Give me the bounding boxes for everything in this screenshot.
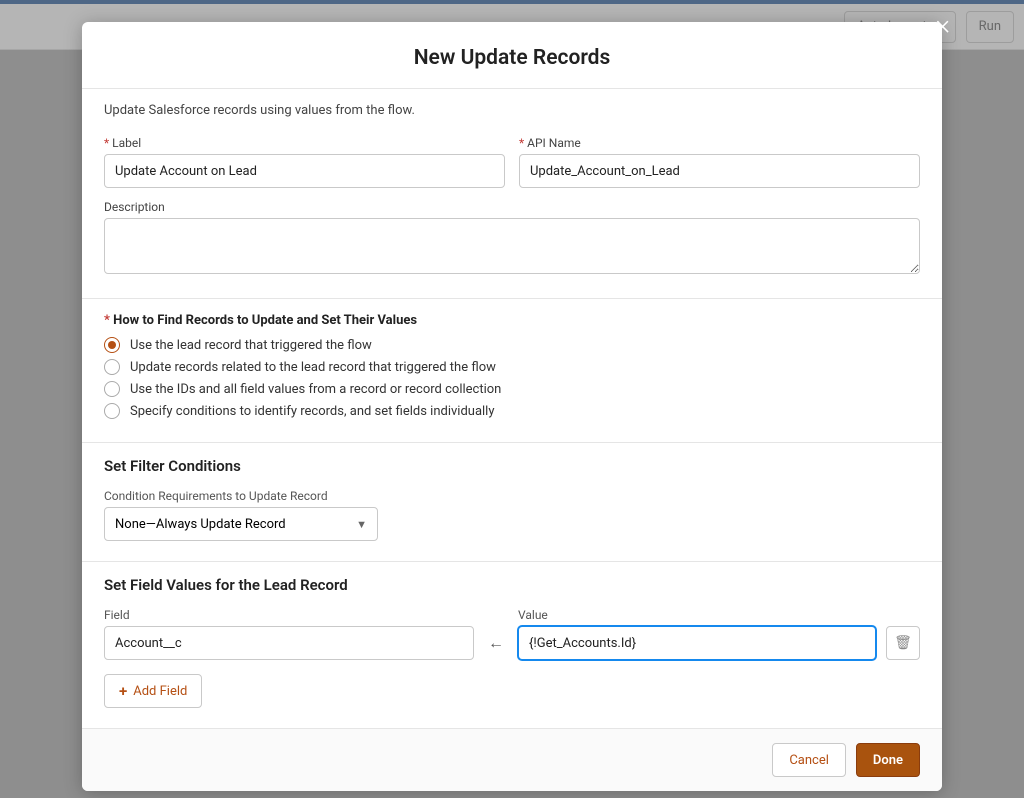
label-input[interactable] [104, 154, 505, 188]
condition-req-label: Condition Requirements to Update Record [104, 489, 920, 503]
radio-label: Specify conditions to identify records, … [130, 404, 495, 419]
arrow-left-icon: ← [484, 626, 508, 660]
section-filter: Set Filter Conditions Condition Requirem… [82, 442, 942, 561]
field-label: Field [104, 608, 474, 622]
set-field-title: Set Field Values for the Lead Record [104, 576, 920, 594]
radio-icon [104, 403, 120, 419]
radio-label: Use the IDs and all field values from a … [130, 382, 501, 397]
delete-row-button[interactable]: 🗑 [886, 626, 920, 660]
add-field-button[interactable]: + Add Field [104, 674, 202, 708]
radio-option-ids[interactable]: Use the IDs and all field values from a … [104, 378, 920, 400]
section-basic-info: Update Salesforce records using values f… [82, 88, 942, 298]
radio-icon [104, 359, 120, 375]
filter-title: Set Filter Conditions [104, 457, 920, 475]
modal-title: New Update Records [82, 22, 942, 88]
description-label: Description [104, 200, 920, 214]
api-name-input[interactable] [519, 154, 920, 188]
close-icon[interactable]: × [935, 8, 950, 41]
modal-footer: Cancel Done [82, 728, 942, 791]
cancel-button[interactable]: Cancel [772, 743, 846, 777]
trash-icon: 🗑 [894, 635, 912, 651]
intro-text: Update Salesforce records using values f… [104, 103, 920, 118]
condition-req-value: None—Always Update Record [115, 517, 286, 532]
add-field-label: Add Field [133, 684, 187, 699]
caret-down-icon: ▼ [356, 518, 367, 531]
section-set-fields: Set Field Values for the Lead Record Fie… [82, 561, 942, 728]
plus-icon: + [119, 682, 127, 700]
radio-option-conditions[interactable]: Specify conditions to identify records, … [104, 400, 920, 422]
api-name-fieldlabel: API Name [519, 136, 920, 150]
radio-icon [104, 381, 120, 397]
radio-label: Use the lead record that triggered the f… [130, 338, 372, 353]
description-textarea[interactable] [104, 218, 920, 274]
label-fieldlabel: Label [104, 136, 505, 150]
field-input[interactable] [104, 626, 474, 660]
section-how-to-find: * How to Find Records to Update and Set … [82, 298, 942, 442]
radio-option-triggered[interactable]: Use the lead record that triggered the f… [104, 334, 920, 356]
condition-req-select[interactable]: None—Always Update Record ▼ [104, 507, 378, 541]
how-to-find-label: * How to Find Records to Update and Set … [104, 313, 920, 328]
radio-label: Update records related to the lead recor… [130, 360, 496, 375]
value-label: Value [518, 608, 876, 622]
radio-icon [104, 337, 120, 353]
new-update-records-modal: × New Update Records Update Salesforce r… [82, 22, 942, 791]
radio-option-related[interactable]: Update records related to the lead recor… [104, 356, 920, 378]
value-input[interactable] [518, 626, 876, 660]
done-button[interactable]: Done [856, 743, 920, 777]
